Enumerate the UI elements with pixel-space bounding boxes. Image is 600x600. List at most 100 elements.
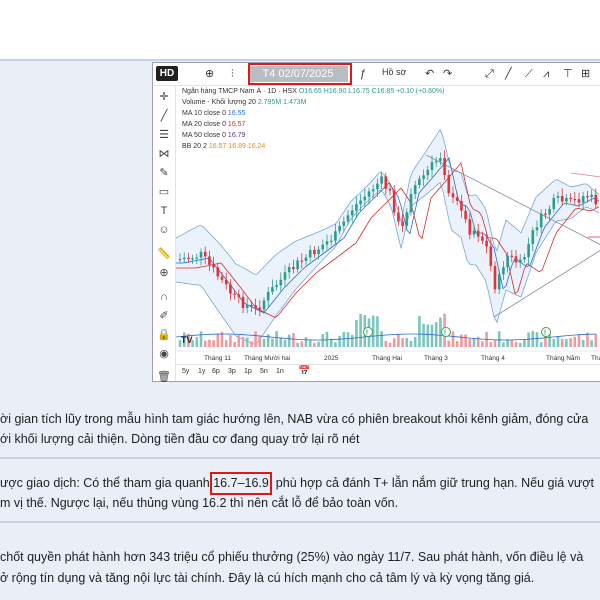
candle <box>502 267 505 275</box>
channel-tool-icon[interactable]: ☰ <box>157 128 171 142</box>
redo-icon[interactable]: ↷ <box>443 66 452 82</box>
pencil-lock-icon[interactable]: ✐ <box>157 309 171 323</box>
volume-bar <box>224 340 228 347</box>
candle <box>287 267 291 273</box>
candle <box>203 251 207 257</box>
volume-bar <box>535 332 539 347</box>
candle <box>258 307 262 310</box>
trash-icon[interactable]: 🗑 <box>157 370 171 384</box>
volume-bar <box>476 336 480 347</box>
legend-ma50: MA 50 close 0 <box>182 132 226 139</box>
pitchfork-icon[interactable]: ⋈ <box>157 147 171 161</box>
fx-icon[interactable]: ƒ <box>360 66 366 82</box>
chart-type-icon[interactable]: ⫶ <box>231 66 234 82</box>
ruler-icon[interactable]: 📏 <box>157 247 171 261</box>
volume-bar <box>527 332 530 347</box>
tf-1y[interactable]: 1y <box>198 368 205 375</box>
volume-bar <box>262 338 266 347</box>
volume-bar <box>384 340 388 347</box>
zoom-in-icon[interactable]: ⊕ <box>157 266 171 280</box>
volume-bar <box>569 338 572 347</box>
volume-bar <box>195 337 199 347</box>
volume-bar <box>346 332 350 347</box>
shape-icon[interactable]: ▭ <box>157 185 171 199</box>
profile-button[interactable]: Hồ sơ <box>382 67 406 77</box>
candle <box>472 230 476 235</box>
volume-bar <box>497 331 501 347</box>
paragraph-1-line-1: ời gian tích lũy trong mẫu hình tam giác… <box>0 412 589 426</box>
volume-bar <box>447 340 451 347</box>
volume-bar <box>313 342 316 347</box>
candle <box>355 204 358 211</box>
lock-icon[interactable]: 🔒 <box>157 328 171 342</box>
tf-5n[interactable]: 5n <box>260 368 268 375</box>
x-axis-label: Tháng 3 <box>424 355 448 362</box>
candle <box>539 213 543 228</box>
volume-bar <box>300 341 304 347</box>
tf-5y[interactable]: 5y <box>182 368 189 375</box>
candle <box>271 287 274 292</box>
tf-1n[interactable]: 1n <box>276 368 284 375</box>
brush-icon[interactable]: ✎ <box>157 166 171 180</box>
undo-icon[interactable]: ↶ <box>425 66 434 82</box>
candle <box>262 300 266 310</box>
candle <box>552 197 556 209</box>
volume-bar <box>203 340 207 347</box>
candle <box>590 194 593 198</box>
volume-bar <box>241 337 245 347</box>
candle <box>342 221 346 226</box>
p2-pre: ược giao dịch: Có thể tham gia quanh <box>0 476 214 490</box>
candle <box>476 230 480 237</box>
tf-3p[interactable]: 3p <box>228 368 236 375</box>
chart-legend: Ngân hàng TMCP Nam Á · 1D · HSX O16.65 H… <box>182 86 444 152</box>
candle <box>296 260 299 270</box>
volume-bar <box>401 338 404 347</box>
volume-bar <box>279 337 283 347</box>
eye-icon[interactable]: ◉ <box>157 347 171 361</box>
volume-bar <box>266 334 270 347</box>
x-axis-label: Tháng 11 <box>204 355 231 362</box>
p2-post: , phù hợp cả đánh T+ lẫn nắm giữ trung h… <box>268 476 594 490</box>
volume-bar <box>539 342 543 347</box>
event-marker-label: f <box>444 330 446 337</box>
line-tool-icon[interactable]: ╱ <box>157 109 171 123</box>
text-icon[interactable]: T <box>157 204 171 218</box>
event-marker <box>441 327 451 337</box>
candle <box>577 199 581 203</box>
volume-bar <box>392 338 396 347</box>
date-highlight <box>248 63 352 85</box>
tf-1p[interactable]: 1p <box>244 368 252 375</box>
candle <box>573 199 577 201</box>
x-axis-label: 2025 <box>324 355 339 362</box>
candle <box>464 210 467 220</box>
hd-badge[interactable]: HD <box>156 66 178 81</box>
add-icon[interactable]: ⊕ <box>205 66 214 82</box>
volume-bar <box>317 341 320 347</box>
magnet-icon[interactable]: ∩ <box>157 290 171 304</box>
legend-ma20-val: 16.57 <box>227 121 246 128</box>
pattern-tool-icon[interactable]: ⩘ <box>543 66 549 82</box>
cursor-tool-icon[interactable]: ⤢ <box>485 66 494 82</box>
volume-bar <box>233 341 236 347</box>
candle <box>367 191 371 197</box>
volume-bar <box>397 334 400 347</box>
volume-bar <box>460 334 463 347</box>
candle <box>426 169 430 176</box>
emoji-icon[interactable]: ☺ <box>157 223 171 237</box>
ray-tool-icon[interactable]: ⟋ <box>525 66 533 82</box>
fib-tool-icon[interactable]: ⊤ <box>563 66 573 82</box>
crosshair-icon[interactable]: ✛ <box>157 90 171 104</box>
candle <box>489 246 493 267</box>
volume-bar <box>590 340 593 347</box>
trendline-tool-icon[interactable]: ╱ <box>505 66 512 82</box>
volume-bar <box>523 339 526 347</box>
candle <box>468 219 472 235</box>
calendar-icon[interactable]: 📅 <box>298 366 310 377</box>
paragraph-2-line-2: m vị thế. Ngược lại, nếu thủng vùng 16.2… <box>0 496 399 510</box>
candle <box>313 249 316 255</box>
tf-6p[interactable]: 6p <box>212 368 220 375</box>
chart-window: HD ⊕ ⫶ T4 02/07/2025 ƒ Hồ sơ ↶ ↷ ⤢ ╱ ⟋ ⩘… <box>152 62 600 384</box>
paragraph-1-line-2: ới khối lượng cải thiện. Dòng tiền đầu c… <box>0 432 360 446</box>
candle <box>229 284 232 294</box>
grid-tool-icon[interactable]: ⊞ <box>581 66 590 82</box>
